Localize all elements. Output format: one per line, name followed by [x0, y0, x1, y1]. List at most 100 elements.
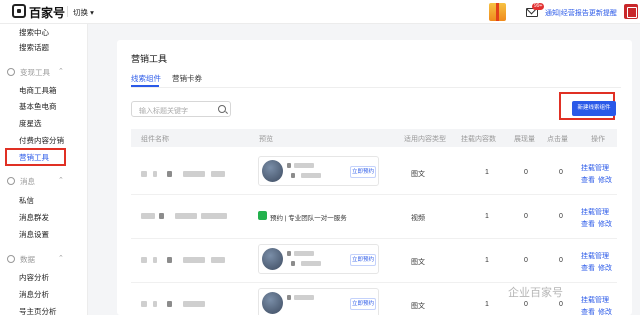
- redacted-text: [287, 295, 291, 300]
- sidebar-item-duxingxuan[interactable]: 度星选: [19, 118, 42, 129]
- top-bar: 百家号 切换 ▾ 99+ 通知|经营报告更新提醒: [0, 0, 640, 24]
- mounted-count: 1: [485, 213, 489, 220]
- preview-card[interactable]: 立即预约: [258, 288, 379, 315]
- tab-active-underline: [131, 85, 159, 87]
- edit-link[interactable]: 修改: [598, 307, 612, 315]
- sidebar-group-data[interactable]: 数据: [20, 254, 35, 265]
- table-row: 立即预约 图文 1 0 0 挂载管理 查看 修改: [131, 239, 617, 283]
- gift-icon[interactable]: [489, 3, 506, 21]
- preview-card[interactable]: 立即预约: [258, 244, 379, 274]
- avatar[interactable]: [624, 4, 638, 19]
- table-row: 预约 | 专业团队一对一服务 视频 1 0 0 挂载管理 查看 修改: [131, 195, 617, 239]
- redacted-text: [287, 251, 291, 256]
- impressions: 0: [524, 169, 528, 176]
- chevron-up-icon[interactable]: ⌃: [58, 254, 64, 262]
- mount-manage-link[interactable]: 挂载管理: [581, 295, 609, 305]
- divider: [67, 6, 68, 17]
- switch-label: 切换: [73, 8, 88, 17]
- sidebar-group-messages[interactable]: 消息: [20, 176, 35, 187]
- clicks: 0: [559, 301, 563, 308]
- switch-account-button[interactable]: 切换 ▾: [73, 7, 94, 18]
- redacted-text: [301, 173, 321, 178]
- monetize-icon: [7, 68, 15, 76]
- clicks: 0: [559, 169, 563, 176]
- preview-text: 预约 | 专业团队一对一服务: [270, 215, 347, 222]
- marketing-tools-card: 营销工具 线索组件 营销卡券 输入标题关键字 新建线索组件 组件名称 预览 适用…: [117, 40, 632, 315]
- redacted-name: [141, 257, 147, 263]
- sidebar-item-paid-content[interactable]: 付费内容分销: [19, 135, 64, 146]
- col-mounted: 挂载内容数: [461, 136, 496, 143]
- sidebar-item-private-msg[interactable]: 私信: [19, 195, 34, 206]
- book-now-button[interactable]: 立即预约: [350, 298, 376, 310]
- chevron-up-icon[interactable]: ⌃: [58, 67, 64, 75]
- sidebar-item-search-topic[interactable]: 搜索话题: [19, 42, 49, 53]
- sidebar-item-search-center[interactable]: 搜索中心: [19, 27, 49, 38]
- edit-link[interactable]: 修改: [598, 219, 612, 229]
- mail-badge: 99+: [532, 3, 545, 10]
- sidebar-item-msg-settings[interactable]: 消息设置: [19, 229, 49, 240]
- view-link[interactable]: 查看: [581, 307, 595, 315]
- mounted-count: 1: [485, 301, 489, 308]
- gift-ribbon: [496, 3, 499, 21]
- redacted-name: [141, 213, 155, 219]
- redacted-name: [183, 257, 205, 263]
- edit-link[interactable]: 修改: [598, 175, 612, 185]
- redacted-text: [291, 173, 295, 178]
- sidebar-item-homepage-analysis[interactable]: 号主页分析: [19, 306, 57, 315]
- redacted-text: [301, 261, 321, 266]
- sidebar-item-content-analysis[interactable]: 内容分析: [19, 272, 49, 283]
- mount-manage-link[interactable]: 挂载管理: [581, 207, 609, 217]
- col-content-type: 适用内容类型: [404, 136, 446, 143]
- clicks: 0: [559, 213, 563, 220]
- view-link[interactable]: 查看: [581, 175, 595, 185]
- preview-card[interactable]: 立即预约: [258, 156, 379, 186]
- view-link[interactable]: 查看: [581, 263, 595, 273]
- preview-thumbnail: [262, 248, 283, 270]
- search-placeholder: 输入标题关键字: [139, 108, 188, 115]
- redacted-text: [294, 295, 314, 300]
- watermark: 企业百家号: [508, 287, 563, 299]
- brand-name[interactable]: 百家号: [29, 4, 65, 21]
- sidebar-item-fish-ecommerce[interactable]: 基本鱼电商: [19, 101, 57, 112]
- baijiahao-logo-icon[interactable]: [12, 4, 26, 18]
- bell-icon: [7, 177, 15, 185]
- mount-manage-link[interactable]: 挂载管理: [581, 251, 609, 261]
- sidebar: 搜索中心 搜索话题 变现工具 ⌃ 电商工具箱 基本鱼电商 度星选 付费内容分销 …: [0, 24, 88, 315]
- content-type: 视频: [411, 215, 425, 222]
- sidebar-group-monetize[interactable]: 变现工具: [20, 67, 50, 78]
- redacted-name: [159, 213, 164, 219]
- view-link[interactable]: 查看: [581, 219, 595, 229]
- redacted-text: [287, 163, 291, 168]
- edit-link[interactable]: 修改: [598, 263, 612, 273]
- notice-link[interactable]: 通知|经营报告更新提醒: [545, 8, 617, 18]
- sidebar-item-msg-analysis[interactable]: 消息分析: [19, 289, 49, 300]
- preview-thumbnail: [262, 292, 283, 314]
- redacted-name: [153, 301, 157, 307]
- redacted-name: [183, 301, 205, 307]
- content-type: 图文: [411, 303, 425, 310]
- sidebar-item-ecommerce[interactable]: 电商工具箱: [19, 85, 57, 96]
- search-icon[interactable]: [218, 105, 226, 113]
- sidebar-item-group-send[interactable]: 消息群发: [19, 212, 49, 223]
- tab-marketing-coupon[interactable]: 营销卡券: [172, 73, 202, 84]
- redacted-name: [211, 257, 225, 263]
- preview-thumbnail: [262, 160, 283, 182]
- redacted-name: [183, 171, 205, 177]
- impressions: 0: [524, 257, 528, 264]
- search-input[interactable]: 输入标题关键字: [131, 101, 231, 117]
- redacted-text: [294, 251, 314, 256]
- tab-lead-component[interactable]: 线索组件: [131, 73, 161, 84]
- mount-manage-link[interactable]: 挂载管理: [581, 163, 609, 173]
- redacted-name: [175, 213, 197, 219]
- chevron-up-icon[interactable]: ⌃: [58, 176, 64, 184]
- sidebar-item-marketing-tools[interactable]: 营销工具: [19, 152, 49, 163]
- col-clicks: 点击量: [547, 136, 568, 143]
- book-now-button[interactable]: 立即预约: [350, 166, 376, 178]
- content-type: 图文: [411, 171, 425, 178]
- redacted-name: [201, 213, 227, 219]
- redacted-name: [153, 257, 157, 263]
- redacted-text: [291, 261, 295, 266]
- create-lead-component-button[interactable]: 新建线索组件: [572, 101, 616, 116]
- col-name: 组件名称: [141, 136, 169, 143]
- book-now-button[interactable]: 立即预约: [350, 254, 376, 266]
